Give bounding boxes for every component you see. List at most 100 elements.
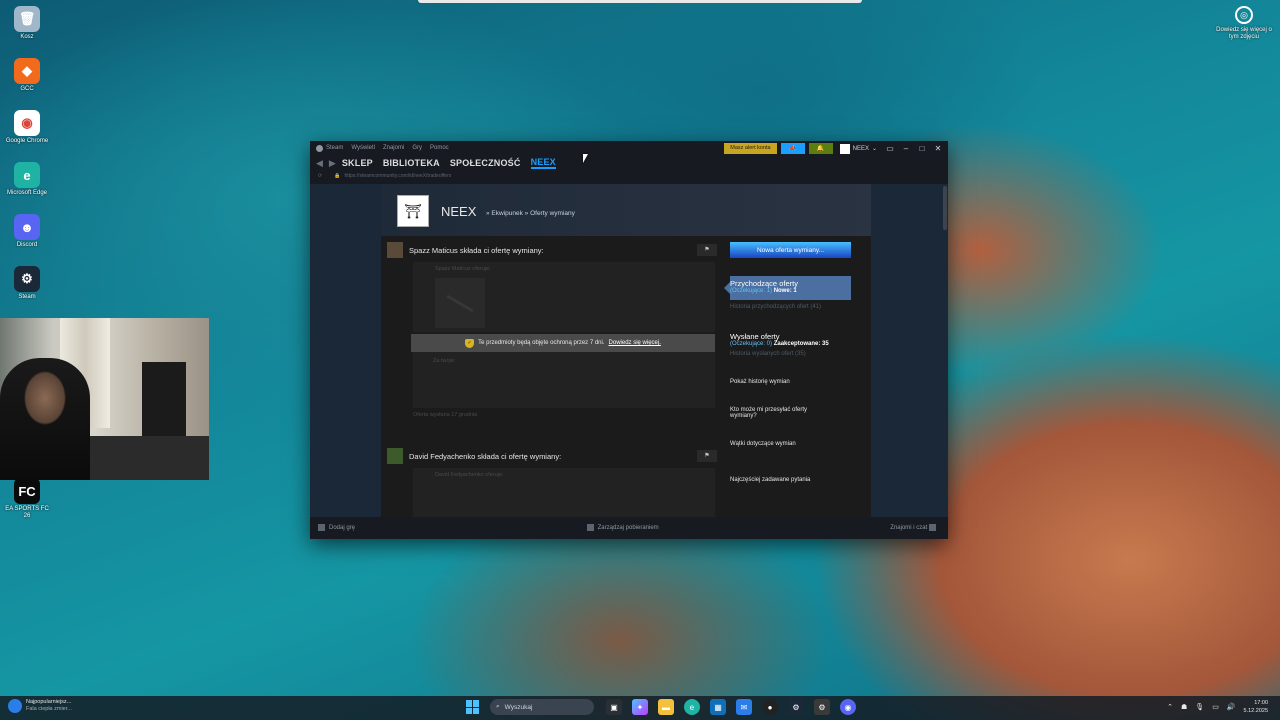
news-title: Najpopularniejsz...: [26, 699, 72, 705]
steam-icon[interactable]: ⚙: [788, 699, 804, 715]
desktop-icon-chrome[interactable]: ◉ Google Chrome: [4, 110, 50, 145]
sent-history-link[interactable]: Historia wysłanych ofert (35): [730, 351, 863, 357]
steam-logo-icon: [316, 144, 323, 152]
close-button[interactable]: ✕: [932, 144, 944, 153]
profile-avatar[interactable]: ⛩: [397, 195, 429, 227]
edge-icon: e: [14, 162, 40, 188]
item-knife[interactable]: [435, 278, 485, 328]
incoming-offers-link[interactable]: Przychodzące oferty (Oczekujące: 1) Nowe…: [724, 276, 851, 300]
taskbar-search[interactable]: ⌕ Wyszukaj: [490, 699, 594, 715]
menu-view[interactable]: Wyświetl: [351, 145, 375, 151]
discord-icon[interactable]: ◉: [840, 699, 856, 715]
lock-icon: 🔒: [334, 173, 341, 179]
clock[interactable]: 17:00 5.12.2025: [1244, 699, 1268, 715]
incoming-history-link[interactable]: Historia przychodzących ofert (41): [730, 304, 863, 310]
menu-games[interactable]: Gry: [412, 145, 422, 151]
offer-sender-avatar[interactable]: [387, 242, 403, 258]
news-widget[interactable]: Najpopularniejsz... Fala ciepła zmier...: [8, 699, 72, 713]
broadcast-button[interactable]: 📣: [780, 143, 805, 154]
add-game-button[interactable]: Dodaj grę: [318, 524, 355, 532]
chrome-icon: ◉: [14, 110, 40, 136]
sent-offers-title: Wysłane oferty: [730, 332, 780, 341]
bell-icon: 🔔: [816, 146, 825, 152]
friends-chat-button[interactable]: Znajomi i czat: [890, 524, 940, 532]
maximize-button[interactable]: □: [916, 144, 928, 153]
back-arrow-icon[interactable]: ◀: [316, 158, 323, 169]
nav-library[interactable]: BIBLIOTEKA: [383, 158, 440, 168]
sent-offers-link[interactable]: Wysłane oferty (Oczekujące: 0) Zaakcepto…: [730, 332, 863, 347]
desktop-icon-discord[interactable]: ☻ Discord: [4, 214, 50, 249]
url-bar: ⟳ 🔒 https://steamcommunity.com/id/neeX/t…: [310, 171, 948, 181]
network-icon[interactable]: ▭: [1212, 703, 1219, 711]
download-icon: [586, 524, 594, 532]
steam-footer: Dodaj grę Zarządzaj pobieraniem Znajomi …: [310, 517, 948, 539]
camera-info-icon: ◎: [1235, 6, 1253, 24]
file-explorer-icon[interactable]: ▬: [658, 699, 674, 715]
url-text[interactable]: https://steamcommunity.com/id/neeX/trade…: [344, 173, 451, 179]
chrome-icon[interactable]: ●: [762, 699, 778, 715]
offer-sender-avatar[interactable]: [387, 448, 403, 464]
report-flag-icon[interactable]: ⚑: [697, 450, 717, 462]
desktop-icon-steam[interactable]: ⚙ Steam: [4, 266, 50, 301]
nav-profile[interactable]: NEEX: [530, 157, 556, 169]
offered-items-label: Spazz Maticus oferuje:: [435, 266, 491, 272]
task-view-icon[interactable]: ▣: [606, 699, 622, 715]
search-icon: ⌕: [496, 703, 500, 710]
tray-app-icon[interactable]: ☗: [1181, 703, 1187, 711]
settings-icon[interactable]: ⚙: [814, 699, 830, 715]
sent-accepted: Zaakceptowane: 35: [773, 341, 829, 347]
nav-community[interactable]: SPOŁECZNOŚĆ: [450, 158, 521, 168]
scrollbar[interactable]: [942, 184, 948, 517]
faq-link[interactable]: Najczęściej zadawane pytania: [730, 477, 863, 483]
sent-pending: (Oczekujące: 0): [730, 341, 773, 347]
trade-offers-panel: Spazz Maticus składa ci ofertę wymiany: …: [381, 236, 871, 517]
search-placeholder: Wyszukaj: [504, 703, 533, 711]
big-picture-icon[interactable]: ▭: [884, 144, 896, 153]
profile-name[interactable]: NEEX: [441, 204, 476, 219]
chevron-up-icon[interactable]: ⌃: [1167, 703, 1173, 711]
menu-steam[interactable]: Steam: [326, 145, 343, 151]
forward-arrow-icon[interactable]: ▶: [329, 158, 336, 169]
show-trade-history-link[interactable]: Pokaż historię wymian: [730, 379, 863, 385]
trade-sidebar: Nowa oferta wymiany... Przychodzące ofer…: [718, 242, 863, 483]
your-items-label: Za twoje:: [433, 358, 456, 364]
menu-help[interactable]: Pomoc: [430, 145, 449, 151]
learn-more-about-photo[interactable]: ◎ Dowiedz się więcej o tym zdjęciu: [1214, 6, 1274, 41]
volume-icon[interactable]: 🔊: [1227, 703, 1236, 711]
steam-window: Steam Wyświetl Znajomi Gry Pomoc Masz al…: [310, 141, 948, 539]
trade-threads-link[interactable]: Wątki dotyczące wymian: [730, 441, 863, 447]
clock-date: 5.12.2025: [1243, 708, 1268, 714]
manage-downloads-button[interactable]: Zarządzaj pobieraniem: [586, 524, 659, 532]
offer-title: Spazz Maticus składa ci ofertę wymiany:: [409, 245, 544, 255]
who-can-send-offers-link[interactable]: Kto może mi przesyłać oferty wymiany?: [730, 407, 830, 419]
minimize-button[interactable]: –: [900, 144, 912, 153]
notice-text: Te przedmioty będą objęte ochroną przez …: [478, 340, 605, 346]
new-trade-offer-button[interactable]: Nowa oferta wymiany...: [730, 242, 851, 258]
menu-friends[interactable]: Znajomi: [383, 145, 404, 151]
edge-icon[interactable]: e: [684, 699, 700, 715]
mail-icon[interactable]: ✉: [736, 699, 752, 715]
offered-items: David Fedyachenko oferuje:: [413, 468, 715, 517]
microphone-icon[interactable]: 🎙: [1195, 703, 1204, 711]
account-name: NEEX: [852, 145, 869, 152]
account-alert-button[interactable]: Masz alert konta: [724, 143, 777, 154]
incoming-pending: (Oczekujące: 1): [730, 288, 773, 294]
desktop-icon-gcc[interactable]: ◆ GCC: [4, 58, 50, 93]
start-button[interactable]: [466, 700, 480, 714]
desktop-icon-edge[interactable]: e Microsoft Edge: [4, 162, 50, 197]
store-icon[interactable]: ▦: [710, 699, 726, 715]
copilot-icon[interactable]: ✦: [632, 699, 648, 715]
refresh-icon[interactable]: ⟳: [318, 173, 322, 179]
nav-store[interactable]: SKLEP: [342, 158, 373, 168]
notifications-button[interactable]: 🔔: [808, 143, 833, 154]
desktop-icon-label: Kosz: [20, 34, 34, 40]
recycle-bin-icon: 🗑: [14, 6, 40, 32]
learn-more-link[interactable]: Dowiedz się więcej.: [609, 340, 661, 346]
desktop-icon-recycle-bin[interactable]: 🗑 Kosz: [4, 6, 50, 41]
report-flag-icon[interactable]: ⚑: [697, 244, 717, 256]
breadcrumb[interactable]: » Ekwipunek » Oferty wymiany: [486, 210, 575, 217]
desktop-icon-label: Microsoft Edge: [6, 190, 48, 196]
desktop-icon-label: EA SPORTS FC 26: [5, 506, 49, 519]
desktop-icon-ea-fc[interactable]: FC EA SPORTS FC 26: [4, 478, 50, 520]
account-menu[interactable]: NEEX ⌄: [837, 143, 880, 154]
